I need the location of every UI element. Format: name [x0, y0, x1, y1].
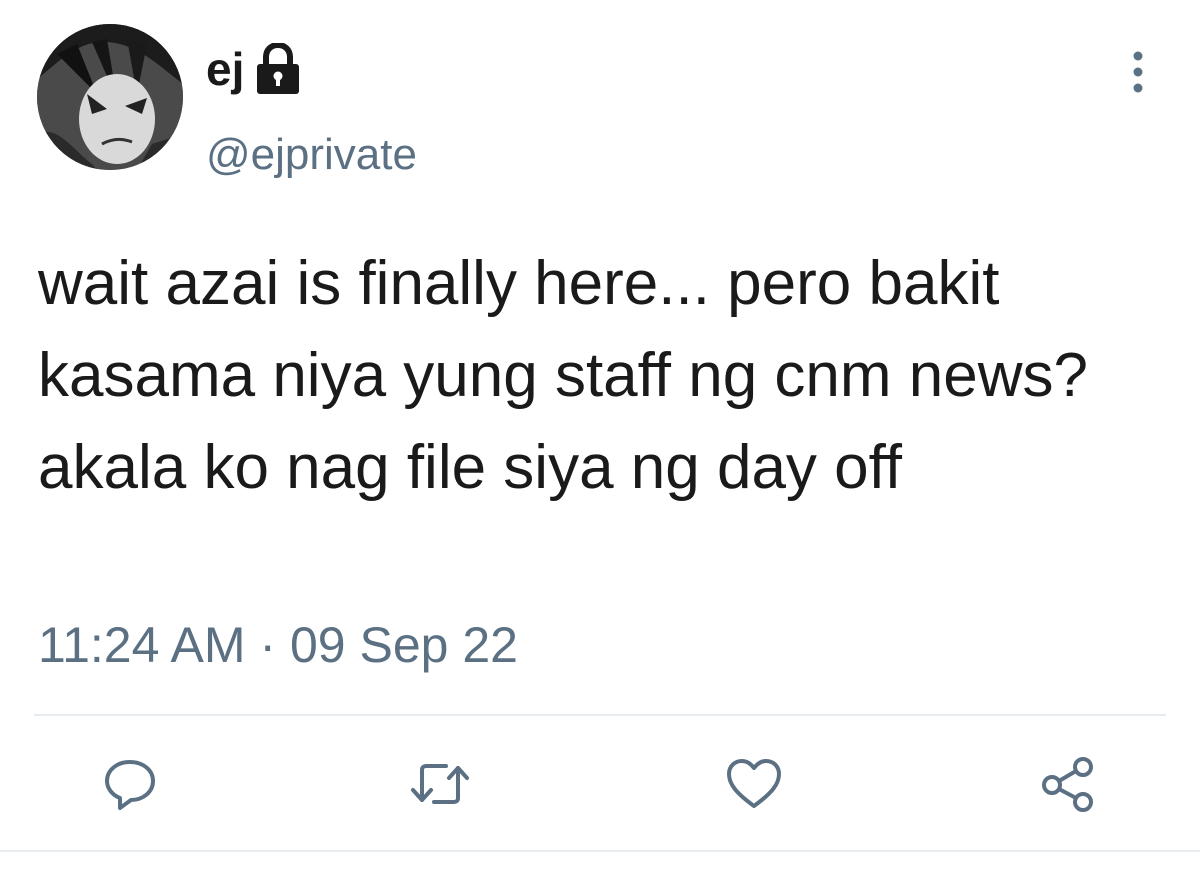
display-name[interactable]: ej	[206, 46, 244, 92]
tweet-timestamp[interactable]: 11:24 AM · 09 Sep 22	[38, 620, 518, 670]
share-icon	[1042, 757, 1093, 812]
retweet-icon	[411, 764, 469, 804]
retweet-button[interactable]	[408, 752, 472, 816]
reply-icon	[105, 760, 155, 810]
avatar[interactable]	[37, 24, 183, 170]
divider	[34, 714, 1166, 716]
reply-button[interactable]	[98, 752, 162, 816]
author-name-row: ej	[206, 38, 304, 100]
tweet-text: wait azai is finally here... pero bakit …	[38, 249, 1088, 502]
bottom-divider	[0, 850, 1200, 852]
author-handle[interactable]: @ejprivate	[206, 133, 417, 177]
lock-icon	[252, 41, 304, 95]
like-button[interactable]	[722, 752, 786, 816]
share-button[interactable]	[1036, 752, 1100, 816]
avatar-image	[37, 24, 183, 170]
heart-icon	[727, 759, 781, 808]
more-options-icon[interactable]	[1118, 48, 1158, 98]
tweet-card: ej @ejprivate wait azai is finally here.…	[0, 0, 1200, 870]
